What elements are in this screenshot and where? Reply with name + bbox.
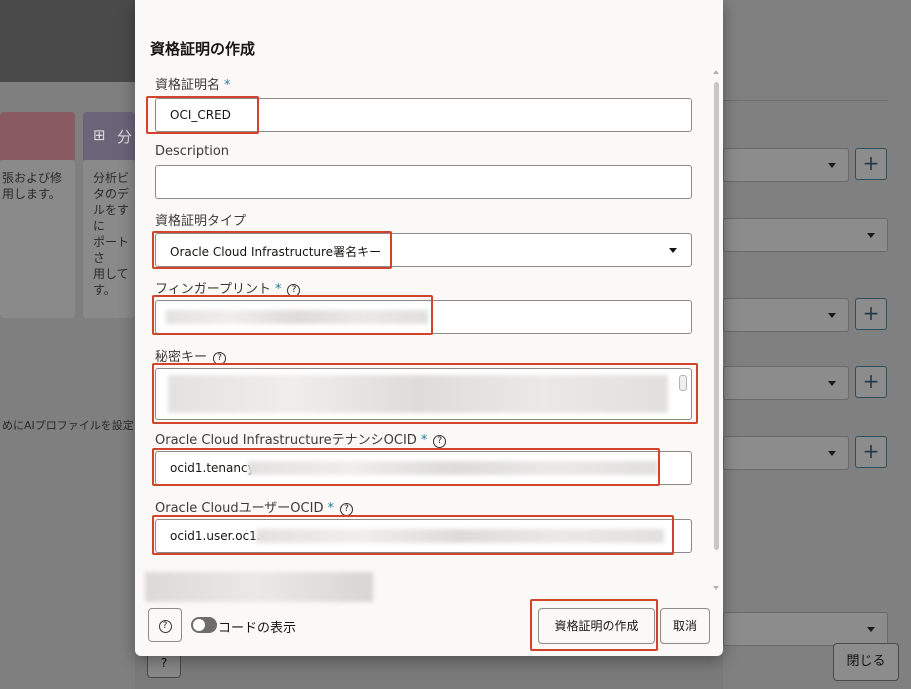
highlight-credential-name [146, 96, 259, 134]
chevron-down-icon [669, 248, 677, 253]
background-card-header-2: ⊞ 分 [83, 112, 135, 160]
credential-name-label: 資格証明名 * [155, 74, 231, 93]
cancel-button[interactable]: 取消 [660, 608, 710, 644]
background-add-button-4: + [855, 436, 887, 468]
background-footer [135, 655, 723, 689]
create-credential-dialog: 資格証明の作成 資格証明名 * OCI_CRED Description 資格証明… [135, 0, 723, 656]
highlight-fingerprint [152, 295, 433, 335]
chevron-down-icon [867, 627, 875, 632]
background-select-6 [723, 612, 888, 646]
show-code-label: コードの表示 [218, 621, 297, 636]
scroll-down-icon[interactable] [713, 586, 719, 590]
user-ocid-label-text: Oracle CloudユーザーOCID [155, 501, 324, 516]
user-ocid-label: Oracle CloudユーザーOCID *? [155, 497, 353, 516]
background-card-2: 分析ビ タのデ ルをすに ポートさ 用して す。 [83, 160, 135, 318]
description-input[interactable] [155, 165, 692, 199]
credential-name-label-text: 資格証明名 [155, 78, 221, 93]
background-card-2-text: 分析ビ タのデ ルをすに ポートさ 用して す。 [93, 171, 130, 297]
chevron-down-icon [828, 313, 836, 318]
background-add-button-3: + [855, 366, 887, 398]
tenancy-ocid-label: Oracle Cloud InfrastructureテナンシOCID *? [155, 429, 447, 448]
background-card-header-1 [0, 112, 75, 160]
tenancy-ocid-label-text: Oracle Cloud InfrastructureテナンシOCID [155, 433, 417, 448]
required-mark: * [327, 501, 334, 516]
description-label: Description [155, 144, 230, 159]
chevron-down-icon [867, 233, 875, 238]
background-card-1-text: 張および修 用します。 [2, 171, 63, 201]
dialog-scrollbar[interactable] [714, 82, 719, 550]
background-add-button-1: + [855, 148, 887, 180]
chevron-down-icon [828, 163, 836, 168]
background-card-2-label: 分 [117, 128, 133, 146]
background-select-5 [723, 436, 849, 470]
chevron-down-icon [828, 381, 836, 386]
highlight-tenancy-ocid [152, 448, 660, 486]
background-select-2 [723, 218, 888, 252]
background-profile-text: めにAIプロファイルを設定し [2, 419, 145, 432]
background-card-2-icon: ⊞ [93, 126, 106, 144]
background-right-panel [723, 0, 911, 689]
scroll-up-icon[interactable] [713, 70, 719, 74]
close-button: 閉じる [833, 643, 899, 681]
show-code-toggle[interactable] [191, 617, 217, 633]
help-button[interactable]: ? [148, 608, 182, 642]
toggle-knob [193, 619, 205, 631]
required-mark: * [224, 78, 231, 93]
highlight-private-key [152, 363, 698, 424]
highlight-create-button [530, 599, 658, 651]
chevron-down-icon [828, 451, 836, 456]
help-icon: ? [158, 620, 172, 633]
highlight-user-ocid [152, 515, 674, 555]
background-select-4 [723, 366, 849, 400]
highlight-credential-type [152, 231, 392, 269]
background-select-3 [723, 298, 849, 332]
required-mark: * [420, 433, 428, 448]
help-icon[interactable]: ? [433, 435, 447, 448]
background-select-1 [723, 148, 849, 182]
dialog-title: 資格証明の作成 [150, 40, 256, 58]
blurred-region [145, 572, 373, 602]
background-add-button-2: + [855, 298, 887, 330]
background-header [0, 0, 135, 82]
background-card-1: 張および修 用します。 [0, 160, 75, 318]
background-left-panel [0, 0, 135, 689]
credential-type-label: 資格証明タイプ [155, 214, 247, 229]
background-divider [723, 100, 888, 101]
